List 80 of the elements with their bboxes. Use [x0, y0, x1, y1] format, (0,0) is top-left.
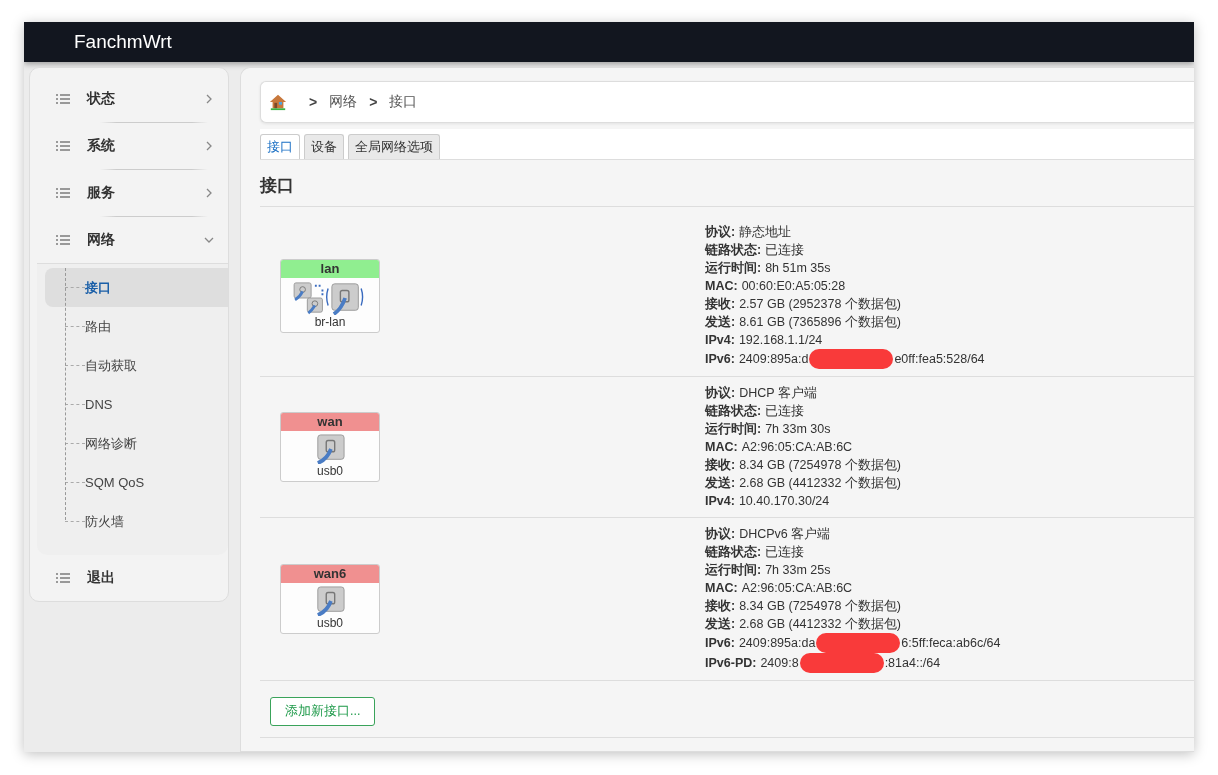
info-value: 2.68 GB (4412332 个数据包): [739, 616, 901, 633]
info-label: 链路状态:: [705, 544, 762, 561]
sidebar-item[interactable]: 网络: [30, 217, 228, 263]
breadcrumb-separator: >: [309, 94, 318, 110]
info-label: 发送:: [705, 314, 736, 331]
info-value: 6:5ff:feca:ab6c/64: [901, 635, 1001, 652]
interface-name: wan: [281, 413, 379, 431]
interface-badge[interactable]: lan br-lan: [280, 259, 380, 333]
submenu-item[interactable]: 路由: [45, 307, 228, 346]
interface-badge[interactable]: wan usb0: [280, 412, 380, 482]
info-value: A2:96:05:CA:AB:6C: [741, 580, 853, 597]
info-label: 协议:: [705, 224, 736, 241]
tab[interactable]: 设备: [304, 134, 344, 159]
info-value: 8.34 GB (7254978 个数据包): [739, 457, 901, 474]
info-value: 2409:8: [760, 655, 799, 672]
interface-badge[interactable]: wan6 usb0: [280, 564, 380, 634]
info-value: 192.168.1.1/24: [738, 332, 823, 349]
info-label: 协议:: [705, 526, 736, 543]
info-value: 8h 51m 35s: [765, 260, 831, 277]
info-value: 00:60:E0:A5:05:28: [741, 278, 846, 295]
info-value: 2.68 GB (4412332 个数据包): [739, 475, 901, 492]
interface-name: lan: [281, 260, 379, 278]
info-value: DHCPv6 客户端: [739, 526, 831, 543]
info-label: IPv4:: [705, 332, 735, 349]
section-heading: 接口: [260, 174, 1194, 207]
info-label: 运行时间:: [705, 562, 762, 579]
breadcrumb-separator: >: [369, 94, 378, 110]
info-label: 接收:: [705, 598, 736, 615]
info-label: IPv4:: [705, 493, 735, 510]
submenu-item[interactable]: 网络诊断: [45, 424, 228, 463]
brand-title[interactable]: FanchmWrt: [74, 31, 172, 53]
breadcrumb-item[interactable]: 接口: [389, 93, 418, 111]
info-value: 8.61 GB (7365896 个数据包): [739, 314, 901, 331]
sidebar-item[interactable]: 服务: [30, 170, 228, 216]
info-label: IPv6:: [705, 635, 735, 652]
info-label: 协议:: [705, 385, 736, 402]
device-name: usb0: [317, 464, 343, 480]
info-value: 7h 33m 25s: [765, 562, 831, 579]
info-value: 已连接: [765, 544, 805, 561]
info-value: 已连接: [765, 403, 805, 420]
submenu-item[interactable]: 防火墙: [45, 502, 228, 541]
info-value: 2409:895a:d: [738, 351, 809, 368]
interface-name: wan6: [281, 565, 379, 583]
info-label: 接收:: [705, 457, 736, 474]
info-label: 发送:: [705, 475, 736, 492]
info-value: 已连接: [765, 242, 805, 259]
info-value: 2.57 GB (2952378 个数据包): [739, 296, 901, 313]
info-label: MAC:: [705, 580, 738, 597]
sidebar-item[interactable]: 退出: [30, 555, 228, 601]
device-name: br-lan: [314, 315, 346, 331]
sidebar-item[interactable]: 系统: [30, 123, 228, 169]
submenu-item[interactable]: DNS: [45, 385, 228, 424]
info-label: 发送:: [705, 616, 736, 633]
tab[interactable]: 接口: [260, 134, 300, 159]
submenu-item[interactable]: SQM QoS: [45, 463, 228, 502]
breadcrumb-item[interactable]: 网络: [329, 93, 358, 111]
info-value: 7h 33m 30s: [765, 421, 831, 438]
info-label: 接收:: [705, 296, 736, 313]
info-value: 2409:895a:da: [738, 635, 816, 652]
info-value: DHCP 客户端: [739, 385, 817, 402]
submenu-item[interactable]: 接口: [45, 268, 228, 307]
info-label: IPv6:: [705, 351, 735, 368]
info-label: IPv6-PD:: [705, 655, 757, 672]
info-label: 运行时间:: [705, 260, 762, 277]
device-name: usb0: [317, 616, 343, 632]
submenu-item[interactable]: 自动获取: [45, 346, 228, 385]
info-value: A2:96:05:CA:AB:6C: [741, 439, 853, 456]
info-label: 运行时间:: [705, 421, 762, 438]
info-label: MAC:: [705, 278, 738, 295]
info-value: 静态地址: [739, 224, 792, 241]
info-label: MAC:: [705, 439, 738, 456]
add-interface-button[interactable]: 添加新接口...: [270, 697, 376, 726]
info-value: 8.34 GB (7254978 个数据包): [739, 598, 901, 615]
info-value: :81a4::/64: [884, 655, 941, 672]
tab[interactable]: 全局网络选项: [348, 134, 440, 159]
info-value: e0ff:fea5:528/64: [894, 351, 985, 368]
info-label: 链路状态:: [705, 242, 762, 259]
sidebar-item[interactable]: 状态: [30, 76, 228, 122]
info-label: 链路状态:: [705, 403, 762, 420]
info-value: 10.40.170.30/24: [738, 493, 830, 510]
